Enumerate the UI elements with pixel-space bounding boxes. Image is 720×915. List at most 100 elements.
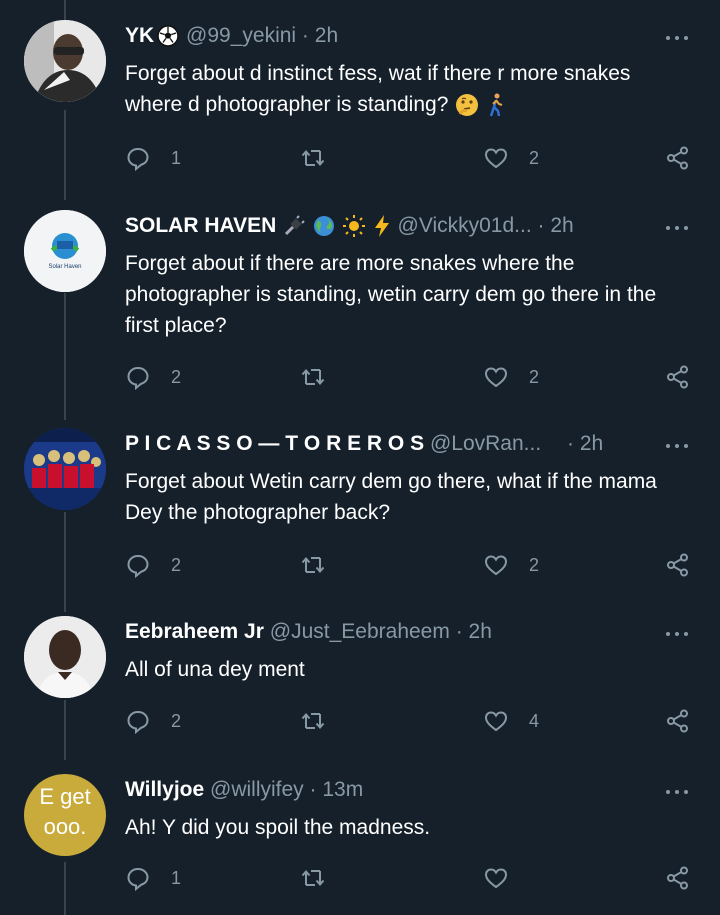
timestamp[interactable]: 2h <box>469 620 492 643</box>
reply-icon <box>127 147 149 171</box>
retweet-icon <box>301 712 325 730</box>
retweet-button[interactable] <box>300 362 346 392</box>
tweet-header: Willyjoe @willyifey · 13m <box>125 778 660 802</box>
more-options-icon[interactable] <box>666 224 692 232</box>
share-icon <box>667 365 688 389</box>
reply-count: 2 <box>171 366 182 387</box>
avatar[interactable] <box>24 20 106 102</box>
share-icon <box>667 553 688 577</box>
tweet-actions: 2 2 <box>125 550 695 580</box>
share-button[interactable] <box>665 550 691 580</box>
avatar[interactable]: E get ooo. <box>24 774 106 856</box>
share-button[interactable] <box>665 863 691 893</box>
tweet[interactable]: YK @99_yekini · 2h Forget about d instin… <box>0 20 720 200</box>
share-button[interactable] <box>665 143 691 173</box>
reply-icon <box>127 554 149 578</box>
plug-icon <box>285 215 305 236</box>
retweet-icon <box>301 149 325 167</box>
handle[interactable]: @Just_Eebraheem <box>270 620 450 643</box>
timestamp[interactable]: 2h <box>580 432 603 455</box>
like-button[interactable]: 2 <box>483 550 539 580</box>
reply-button[interactable]: 2 <box>125 362 181 392</box>
tweet-actions: 1 2 <box>125 143 695 173</box>
separator: · <box>537 214 545 237</box>
like-count: 2 <box>529 147 540 168</box>
retweet-button[interactable] <box>300 143 346 173</box>
share-button[interactable] <box>665 362 691 392</box>
separator: · <box>309 778 317 801</box>
retweet-button[interactable] <box>300 706 346 736</box>
tweet-text: All of una dey ment <box>125 654 685 685</box>
like-button[interactable]: 2 <box>483 362 539 392</box>
tweet-header: Eebraheem Jr @Just_Eebraheem · 2h <box>125 620 660 644</box>
tweet-actions: 2 4 <box>125 706 695 736</box>
display-name[interactable]: Eebraheem Jr <box>125 620 264 643</box>
retweet-button[interactable] <box>300 863 346 893</box>
reply-button[interactable]: 1 <box>125 143 181 173</box>
display-name[interactable]: P I C A S S O — T O R E R O S <box>125 432 424 455</box>
reply-count: 2 <box>171 710 182 731</box>
share-icon <box>667 866 688 890</box>
more-options-icon[interactable] <box>666 630 692 638</box>
avatar[interactable]: Solar Haven <box>24 210 106 292</box>
thread-line <box>64 0 66 22</box>
avatar-photo <box>24 616 106 698</box>
avatar-text: E get ooo. <box>39 784 91 839</box>
tweet-header: YK @99_yekini · 2h <box>125 24 660 48</box>
heart-icon <box>484 711 508 732</box>
more-options-icon[interactable] <box>666 34 692 42</box>
retweet-button[interactable] <box>300 550 346 580</box>
retweet-icon <box>301 869 325 887</box>
tweet-text: Ah! Y did you spoil the madness. <box>125 812 685 843</box>
avatar-photo <box>24 20 106 102</box>
handle[interactable]: @99_yekini <box>186 24 296 47</box>
like-count: 4 <box>529 710 540 731</box>
handle[interactable]: @Vickky01d... <box>398 214 532 237</box>
separator: · <box>455 620 463 643</box>
display-name[interactable]: SOLAR HAVEN <box>125 214 276 237</box>
like-button[interactable]: 2 <box>483 143 539 173</box>
like-count: 2 <box>529 366 540 387</box>
more-options-icon[interactable] <box>666 788 692 796</box>
handle[interactable]: @willyifey <box>210 778 304 801</box>
avatar[interactable] <box>24 428 106 510</box>
avatar-logo-text: Solar Haven <box>48 264 81 270</box>
avatar-photo <box>24 428 106 510</box>
share-icon <box>667 709 688 733</box>
reply-button[interactable]: 2 <box>125 550 181 580</box>
reply-count: 2 <box>171 554 182 575</box>
tweet[interactable]: Eebraheem Jr @Just_Eebraheem · 2h All of… <box>0 616 720 746</box>
tweet[interactable]: P I C A S S O — T O R E R O S @LovRan...… <box>0 428 720 598</box>
reply-count: 1 <box>171 147 182 168</box>
handle[interactable]: @LovRan... <box>430 432 541 455</box>
heart-icon <box>484 555 508 576</box>
timestamp[interactable]: 13m <box>322 778 363 801</box>
globe-icon <box>313 216 334 237</box>
tweet-text: Forget about if there are more snakes wh… <box>125 248 685 341</box>
more-options-icon[interactable] <box>666 442 692 450</box>
tweet-header: P I C A S S O — T O R E R O S @LovRan...… <box>125 432 660 456</box>
thinking-face-icon <box>456 94 479 117</box>
tweet-text-content: Forget about Wetin carry dem go there, w… <box>125 470 657 524</box>
timestamp[interactable]: 2h <box>550 214 573 237</box>
heart-icon <box>484 148 508 169</box>
like-button[interactable] <box>483 863 529 893</box>
share-button[interactable] <box>665 706 691 736</box>
reply-button[interactable]: 2 <box>125 706 181 736</box>
display-name[interactable]: Willyjoe <box>125 778 204 801</box>
like-count: 2 <box>529 554 540 575</box>
tweet[interactable]: E get ooo. Willyjoe @willyifey · 13m Ah!… <box>0 774 720 915</box>
display-name[interactable]: YK <box>125 24 154 47</box>
reply-icon <box>127 366 149 390</box>
lightning-icon <box>374 215 389 238</box>
retweet-icon <box>301 368 325 386</box>
sun-icon <box>342 215 365 238</box>
share-icon <box>667 146 688 170</box>
timestamp[interactable]: 2h <box>315 24 338 47</box>
like-button[interactable]: 4 <box>483 706 539 736</box>
reply-button[interactable]: 1 <box>125 863 181 893</box>
heart-icon <box>484 868 508 889</box>
avatar[interactable] <box>24 616 106 698</box>
tweet[interactable]: Solar Haven SOLAR HAVEN @Vickky01d... · … <box>0 210 720 410</box>
separator: · <box>301 24 309 47</box>
